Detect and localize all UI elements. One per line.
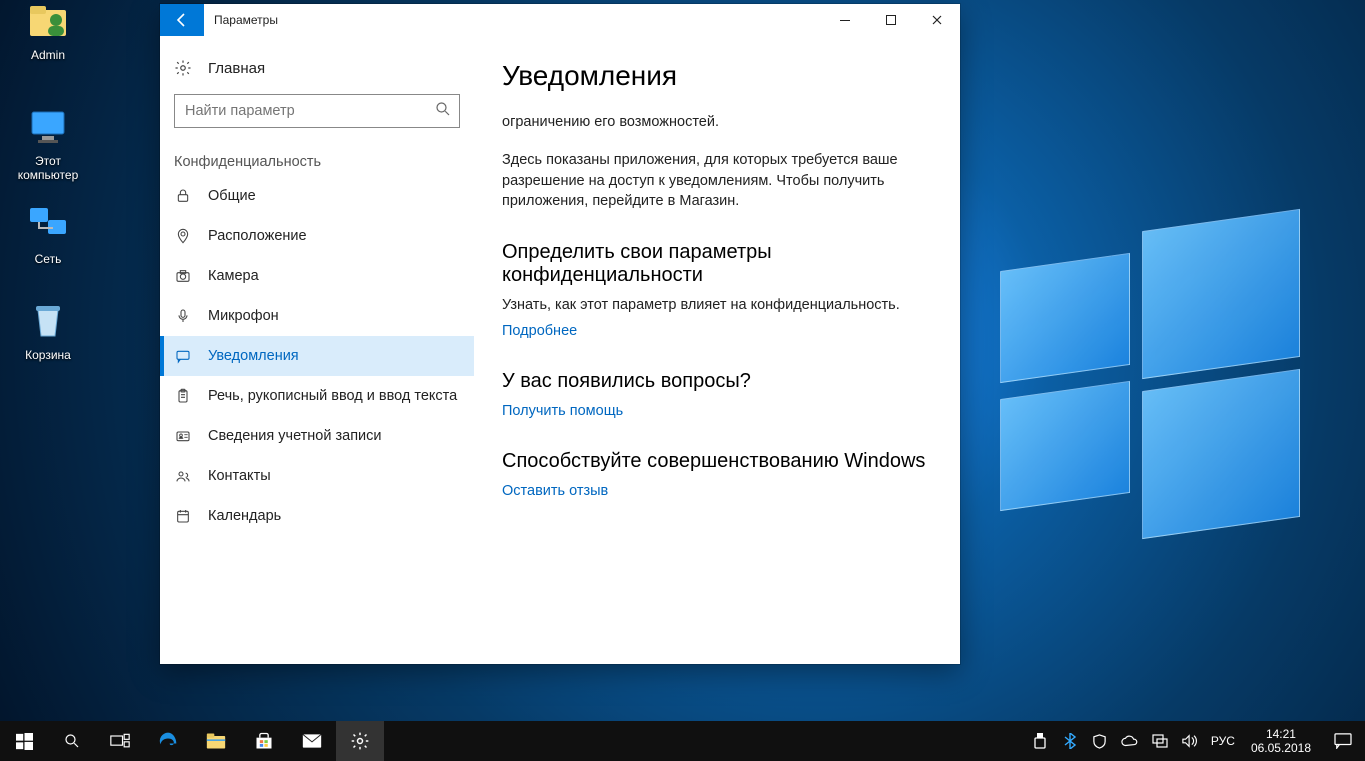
taskbar-search[interactable]: [48, 721, 96, 761]
sidebar-home-label: Главная: [208, 60, 265, 77]
tray-time: 14:21: [1251, 727, 1311, 741]
lock-icon: [174, 187, 192, 205]
location-icon: [174, 227, 192, 245]
maximize-button[interactable]: [868, 4, 914, 36]
desktop: Admin Этот компьютер Сеть Корзина Параме…: [0, 0, 1365, 761]
back-button[interactable]: [160, 4, 204, 36]
titlebar[interactable]: Параметры: [160, 4, 960, 36]
tray-onedrive-icon[interactable]: [1115, 735, 1145, 747]
sidebar-home[interactable]: Главная: [160, 48, 474, 88]
pc-icon: [24, 102, 72, 150]
notification-icon: [174, 347, 192, 365]
search-icon: [434, 100, 452, 118]
tray-action-center[interactable]: [1321, 733, 1365, 749]
clipboard-icon: [174, 387, 192, 405]
taskbar-edge[interactable]: [144, 721, 192, 761]
section-text: Узнать, как этот параметр влияет на конф…: [502, 295, 922, 315]
minimize-button[interactable]: [822, 4, 868, 36]
search-input[interactable]: [174, 94, 460, 128]
windows-logo-wallpaper: [1000, 220, 1300, 520]
calendar-icon: [174, 507, 192, 525]
body-text: Здесь показаны приложения, для которых т…: [502, 150, 922, 211]
tray-date: 06.05.2018: [1251, 741, 1311, 755]
desktop-icon-network[interactable]: Сеть: [10, 200, 86, 266]
sidebar-item-label: Микрофон: [208, 308, 460, 324]
tray-bluetooth-icon[interactable]: [1055, 733, 1085, 749]
taskbar-file-explorer[interactable]: [192, 721, 240, 761]
sidebar-item-microphone[interactable]: Микрофон: [160, 296, 474, 336]
taskbar-task-view[interactable]: [96, 721, 144, 761]
sidebar-item-account[interactable]: Сведения учетной записи: [160, 416, 474, 456]
sidebar-item-speech[interactable]: Речь, рукописный ввод и ввод текста: [160, 376, 474, 416]
tray-network-icon[interactable]: [1145, 734, 1175, 748]
section-heading: У вас появились вопросы?: [502, 370, 932, 393]
taskbar-settings[interactable]: [336, 721, 384, 761]
sidebar-item-notifications[interactable]: Уведомления: [160, 336, 474, 376]
contacts-icon: [174, 467, 192, 485]
content-pane[interactable]: Уведомления ограничению его возможностей…: [474, 36, 960, 664]
settings-window: Параметры Главная: [160, 4, 960, 664]
tray-defender-icon[interactable]: [1085, 734, 1115, 749]
desktop-icon-this-pc[interactable]: Этот компьютер: [10, 102, 86, 182]
sidebar-item-label: Контакты: [208, 468, 460, 484]
sidebar-item-location[interactable]: Расположение: [160, 216, 474, 256]
learn-more-link[interactable]: Подробнее: [502, 323, 577, 339]
tray-volume-icon[interactable]: [1175, 734, 1205, 748]
desktop-icon-label: Admin: [10, 48, 86, 62]
user-folder-icon: [24, 0, 72, 44]
sidebar-item-general[interactable]: Общие: [160, 176, 474, 216]
start-button[interactable]: [0, 721, 48, 761]
get-help-link[interactable]: Получить помощь: [502, 403, 623, 419]
desktop-icon-label: Этот компьютер: [10, 154, 86, 182]
id-card-icon: [174, 427, 192, 445]
sidebar-item-calendar[interactable]: Календарь: [160, 496, 474, 536]
desktop-icon-recycle-bin[interactable]: Корзина: [10, 296, 86, 362]
taskbar-mail[interactable]: [288, 721, 336, 761]
close-button[interactable]: [914, 4, 960, 36]
desktop-icon-label: Корзина: [10, 348, 86, 362]
desktop-icon-label: Сеть: [10, 252, 86, 266]
sidebar-item-contacts[interactable]: Контакты: [160, 456, 474, 496]
sidebar-item-label: Сведения учетной записи: [208, 428, 460, 444]
sidebar-item-label: Уведомления: [208, 348, 460, 364]
sidebar-item-label: Расположение: [208, 228, 460, 244]
microphone-icon: [174, 307, 192, 325]
tray-clock[interactable]: 14:21 06.05.2018: [1241, 727, 1321, 756]
section-heading: Определить свои параметры конфиденциальн…: [502, 241, 932, 287]
body-text-truncated: ограничению его возможностей.: [502, 112, 922, 132]
sidebar-item-label: Речь, рукописный ввод и ввод текста: [208, 388, 460, 404]
recycle-bin-icon: [24, 296, 72, 344]
page-heading: Уведомления: [502, 60, 932, 92]
sidebar-section-label: Конфиденциальность: [160, 142, 474, 176]
sidebar-item-camera[interactable]: Камера: [160, 256, 474, 296]
sidebar-item-label: Камера: [208, 268, 460, 284]
camera-icon: [174, 267, 192, 285]
tray-language[interactable]: РУС: [1205, 734, 1241, 748]
network-icon: [24, 200, 72, 248]
feedback-link[interactable]: Оставить отзыв: [502, 483, 608, 499]
sidebar-item-label: Календарь: [208, 508, 460, 524]
search-field[interactable]: [174, 94, 460, 128]
window-title: Параметры: [204, 4, 278, 36]
tray-usb-icon[interactable]: [1025, 733, 1055, 749]
sidebar: Главная Конфиденциальность Общие Располо…: [160, 36, 474, 664]
desktop-icon-admin[interactable]: Admin: [10, 0, 86, 62]
gear-icon: [174, 59, 192, 77]
taskbar-store[interactable]: [240, 721, 288, 761]
sidebar-item-label: Общие: [208, 188, 460, 204]
taskbar: РУС 14:21 06.05.2018: [0, 721, 1365, 761]
section-heading: Способствуйте совершенствованию Windows: [502, 450, 932, 473]
